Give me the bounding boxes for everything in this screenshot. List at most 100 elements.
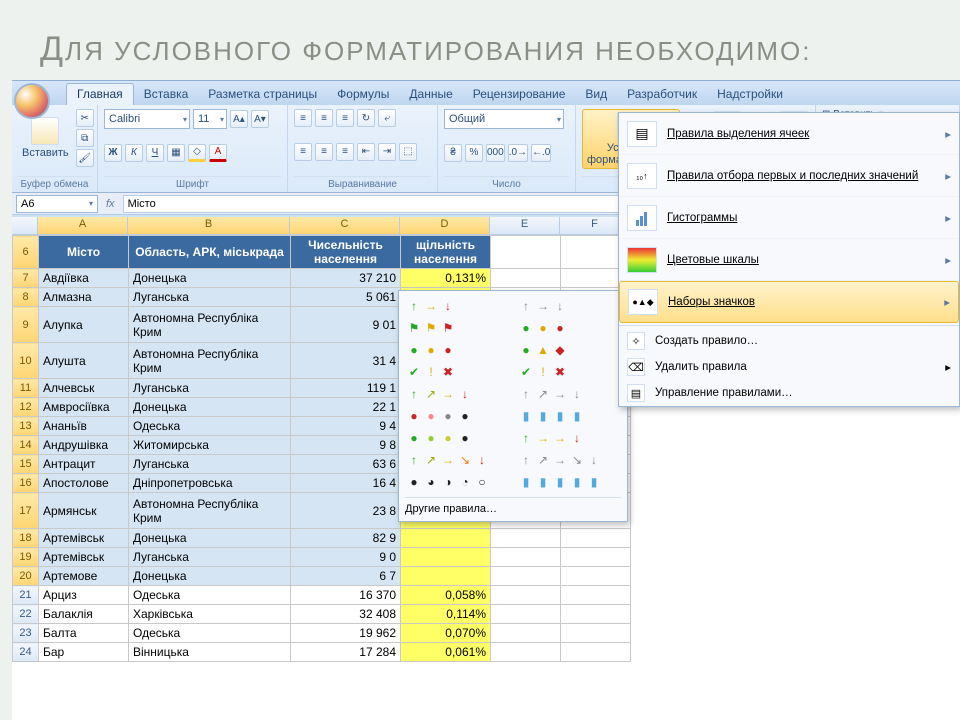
row-header[interactable]: 16 [13,474,39,493]
cell[interactable]: Одеська [129,624,291,643]
row-header[interactable]: 17 [13,493,39,529]
cell[interactable]: 0,131% [401,269,491,288]
tab-home[interactable]: Главная [66,83,134,105]
cell[interactable]: Автономна Республіка Крим [129,343,291,379]
row-header[interactable]: 12 [13,398,39,417]
icon-set-option[interactable]: ↑↗→↓ [517,385,621,403]
row-header[interactable]: 7 [13,269,39,288]
icon-set-option[interactable]: ●●●● [405,407,509,425]
align-middle-icon[interactable]: ≡ [315,109,333,127]
cell[interactable]: Алмазна [39,288,129,307]
cell[interactable]: Балта [39,624,129,643]
cell[interactable]: 119 1 [291,379,401,398]
cell[interactable]: Авдіївка [39,269,129,288]
cell[interactable] [401,567,491,586]
wrap-text-icon[interactable]: ⤶ [378,109,396,127]
cell[interactable] [561,605,631,624]
icon-set-option[interactable]: ↑→↓ [405,297,509,315]
cell[interactable]: 16 4 [291,474,401,493]
col-header-a[interactable]: A [38,217,128,234]
cell[interactable]: Донецька [129,567,291,586]
cell[interactable]: 63 6 [291,455,401,474]
cell[interactable]: 32 408 [291,605,401,624]
cell[interactable]: Харківська [129,605,291,624]
cell[interactable]: 0,058% [401,586,491,605]
cell[interactable]: 5 061 [291,288,401,307]
cf-data-bars[interactable]: Гистограммы▸ [619,197,959,239]
underline-button[interactable]: Ч [146,144,164,162]
cell[interactable]: Луганська [129,288,291,307]
cell[interactable]: Антрацит [39,455,129,474]
header-region[interactable]: Область, АРК, міськрада [129,236,291,269]
cell[interactable]: Артемівськ [39,548,129,567]
decrease-indent-icon[interactable]: ⇤ [357,143,375,161]
increase-decimal-icon[interactable]: .0→ [508,144,528,162]
cell[interactable] [491,269,561,288]
cell[interactable]: Луганська [129,455,291,474]
cell[interactable]: 9 8 [291,436,401,455]
cell[interactable]: Автономна Республіка Крим [129,307,291,343]
cell[interactable]: Одеська [129,586,291,605]
icon-set-option[interactable]: ▮▮▮▮ [517,407,621,425]
cell[interactable] [491,548,561,567]
cell[interactable]: Донецька [129,398,291,417]
align-top-icon[interactable]: ≡ [294,109,312,127]
cell[interactable]: 16 370 [291,586,401,605]
tab-page-layout[interactable]: Разметка страницы [198,84,327,105]
icon-set-option[interactable]: ✔!✖ [405,363,509,381]
icon-set-option[interactable]: ▮▮▮▮▮ [517,473,621,491]
cell[interactable]: 9 4 [291,417,401,436]
cell[interactable]: Луганська [129,379,291,398]
col-header-b[interactable]: B [128,217,290,234]
header-city[interactable]: Місто [39,236,129,269]
cell[interactable]: Донецька [129,269,291,288]
increase-indent-icon[interactable]: ⇥ [378,143,396,161]
icon-set-option[interactable]: ●●●● [405,429,509,447]
cell[interactable]: Андрушівка [39,436,129,455]
cell[interactable] [491,529,561,548]
icon-set-option[interactable]: ↑↗→↘↓ [405,451,509,469]
cell[interactable]: Балаклія [39,605,129,624]
cell[interactable] [561,548,631,567]
cell[interactable]: Вінницька [129,643,291,662]
icon-set-option[interactable]: ●●● [517,319,621,337]
cell[interactable]: Арциз [39,586,129,605]
cell[interactable]: Армянськ [39,493,129,529]
cf-highlight-rules[interactable]: ▤ Правила выделения ячеек▸ [619,113,959,155]
row-header[interactable]: 8 [13,288,39,307]
tab-addins[interactable]: Надстройки [707,84,793,105]
cell[interactable]: Алупка [39,307,129,343]
italic-button[interactable]: К [125,144,143,162]
cell[interactable]: Артемівськ [39,529,129,548]
row-header[interactable]: 22 [13,605,39,624]
cell[interactable] [561,529,631,548]
row-header[interactable]: 6 [13,236,39,269]
font-name-combo[interactable]: Calibri [104,109,190,129]
cell[interactable]: 0,070% [401,624,491,643]
row-header[interactable]: 14 [13,436,39,455]
row-header[interactable]: 20 [13,567,39,586]
cell[interactable]: Автономна Республіка Крим [129,493,291,529]
cf-color-scales[interactable]: Цветовые шкалы▸ [619,239,959,281]
col-header-d[interactable]: D [400,217,490,234]
cell[interactable]: 17 284 [291,643,401,662]
cell[interactable] [401,548,491,567]
cell[interactable] [561,586,631,605]
percent-icon[interactable]: % [465,144,483,162]
decrease-decimal-icon[interactable]: ←.0 [531,144,551,162]
tab-insert[interactable]: Вставка [134,84,199,105]
cell[interactable]: Луганська [129,548,291,567]
currency-icon[interactable]: ₴ [444,144,462,162]
cell[interactable]: 22 1 [291,398,401,417]
icon-set-option[interactable]: ●▲◆ [517,341,621,359]
cf-manage-rules[interactable]: ▤Управление правилами… [619,380,959,406]
name-box[interactable]: A6▾ [16,195,98,213]
icon-set-option[interactable]: ●●● [405,341,509,359]
cell[interactable]: Апостолове [39,474,129,493]
merge-icon[interactable]: ⬚ [399,143,417,161]
cell[interactable]: 6 7 [291,567,401,586]
cell[interactable]: 9 01 [291,307,401,343]
paste-button[interactable]: Вставить [18,115,73,161]
select-all-corner[interactable] [12,217,38,234]
tab-formulas[interactable]: Формулы [327,84,399,105]
